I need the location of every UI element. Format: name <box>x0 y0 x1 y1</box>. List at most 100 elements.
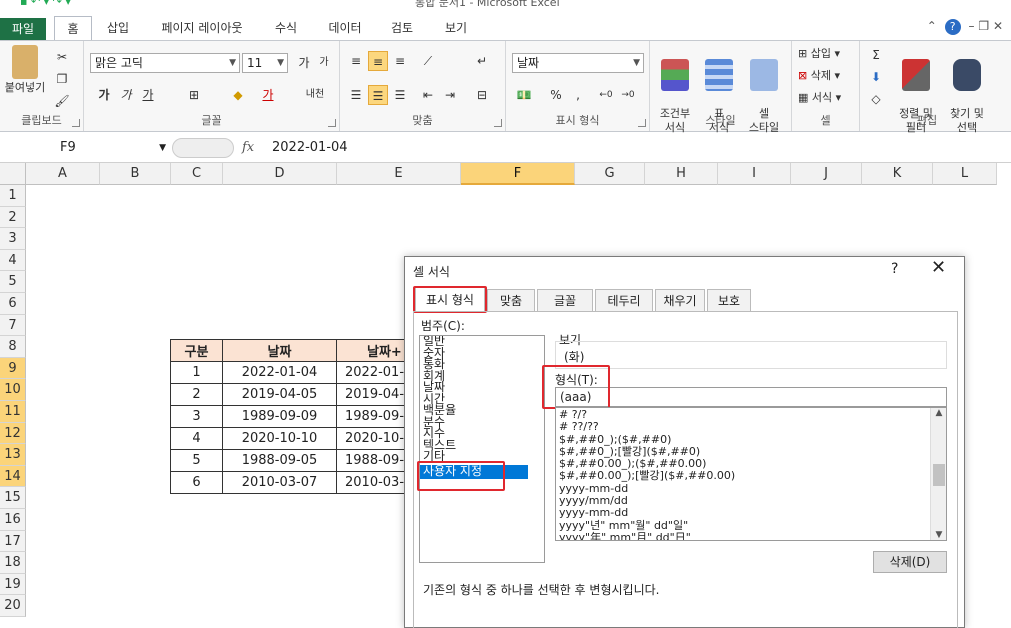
tab-home[interactable]: 홈 <box>54 16 92 40</box>
table-header[interactable]: 날짜+ <box>336 339 405 362</box>
font-color-button[interactable]: 가 <box>258 85 278 105</box>
scroll-up-icon[interactable]: ▲ <box>931 408 946 418</box>
scroll-thumb[interactable] <box>933 464 945 486</box>
row-header[interactable]: 14 <box>0 465 26 488</box>
ribbon-collapse-icon[interactable]: ⌃ <box>927 19 937 33</box>
increase-decimal-icon[interactable]: ←0 <box>596 85 616 105</box>
name-box-dropdown-icon[interactable]: ▼ <box>159 137 166 159</box>
delete-format-button[interactable]: 삭제(D) <box>873 551 947 573</box>
comma-icon[interactable]: , <box>568 85 588 105</box>
restore-icon[interactable]: ❐ <box>978 19 989 33</box>
column-header[interactable]: I <box>718 163 791 185</box>
table-cell[interactable]: 2 <box>170 383 223 406</box>
help-icon[interactable]: ? <box>944 19 961 35</box>
table-cell[interactable]: 2020-10-10 <box>222 427 337 450</box>
tab-file[interactable]: 파일 <box>0 18 46 40</box>
column-header[interactable]: C <box>171 163 223 185</box>
table-cell[interactable]: 1989-09- <box>336 405 405 428</box>
number-format-combo[interactable]: 날짜 ▼ <box>512 53 644 73</box>
align-left-icon[interactable]: ☰ <box>346 85 366 105</box>
dialog-close-button[interactable]: ✕ <box>931 257 946 278</box>
tab-data[interactable]: 데이터 <box>320 16 370 40</box>
type-input[interactable]: (aaa) <box>555 387 947 407</box>
shrink-font-button[interactable]: 가 <box>314 53 334 73</box>
row-header[interactable]: 1 <box>0 185 26 207</box>
merge-center-icon[interactable]: ⊟ <box>472 85 492 105</box>
table-cell[interactable]: 2019-04- <box>336 383 405 406</box>
font-size-combo[interactable]: 11 ▼ <box>242 53 288 73</box>
table-cell[interactable]: 4 <box>170 427 223 450</box>
indent-increase-icon[interactable]: ⇥ <box>440 85 460 105</box>
row-header[interactable]: 19 <box>0 573 26 596</box>
format-item[interactable]: # ??/?? <box>556 421 946 433</box>
format-item[interactable]: $#,##0.00_);[빨강]($#,##0.00) <box>556 470 946 482</box>
close-workbook-icon[interactable]: ✕ <box>993 19 1003 33</box>
row-header[interactable]: 11 <box>0 401 26 423</box>
table-cell[interactable]: 1988-09- <box>336 449 405 472</box>
insert-function-button[interactable]: fx <box>242 137 254 159</box>
insert-cells-button[interactable]: ⊞ 삽입 ▾ <box>798 45 840 63</box>
row-header[interactable]: 7 <box>0 314 26 337</box>
table-cell[interactable]: 2010-03- <box>336 471 405 494</box>
tab-border[interactable]: 테두리 <box>595 289 653 311</box>
italic-button[interactable]: 가 <box>116 85 136 105</box>
clipboard-launcher[interactable] <box>72 119 80 127</box>
select-all-corner[interactable] <box>0 163 26 185</box>
table-cell[interactable]: 1989-09-09 <box>222 405 337 428</box>
table-header[interactable]: 날짜 <box>222 339 337 362</box>
number-launcher[interactable] <box>638 119 646 127</box>
column-header[interactable]: D <box>223 163 337 185</box>
tab-protection[interactable]: 보호 <box>707 289 751 311</box>
table-cell[interactable]: 2020-10- <box>336 427 405 450</box>
column-header[interactable]: G <box>575 163 645 185</box>
fill-color-icon[interactable]: ◆ <box>228 85 248 105</box>
indent-decrease-icon[interactable]: ⇤ <box>418 85 438 105</box>
row-header[interactable]: 8 <box>0 336 26 358</box>
tab-alignment[interactable]: 맞춤 <box>487 289 535 311</box>
row-header[interactable]: 5 <box>0 271 26 293</box>
underline-button[interactable]: 가 <box>138 85 158 105</box>
tab-formulas[interactable]: 수식 <box>266 16 306 40</box>
formula-input[interactable]: 2022-01-04 <box>272 137 348 159</box>
tab-fill[interactable]: 채우기 <box>655 289 705 311</box>
format-cells-button[interactable]: ▦ 서식 ▾ <box>798 89 841 107</box>
copy-icon[interactable]: ❐ <box>52 69 72 89</box>
align-middle-icon[interactable]: ≡ <box>368 51 388 71</box>
row-header[interactable]: 13 <box>0 444 26 466</box>
percent-button[interactable]: % <box>546 85 566 105</box>
tab-insert[interactable]: 삽입 <box>98 16 138 40</box>
row-header[interactable]: 3 <box>0 228 26 250</box>
align-top-icon[interactable]: ≡ <box>346 51 366 71</box>
cut-icon[interactable]: ✂ <box>52 47 72 67</box>
format-item[interactable]: # ?/? <box>556 408 946 421</box>
format-list[interactable]: # ?/? # ??/?? $#,##0_);($#,##0) $#,##0_);[빨… <box>555 407 947 541</box>
orientation-icon[interactable]: ⟋ <box>418 51 438 71</box>
format-item[interactable]: yyyy-mm-dd <box>556 507 946 519</box>
name-box[interactable]: F9 ▼ <box>0 137 170 159</box>
paste-button[interactable]: 붙여넣기 <box>2 45 48 95</box>
align-bottom-icon[interactable]: ≡ <box>390 51 410 71</box>
table-cell[interactable]: 2022-01-04 <box>222 361 337 384</box>
table-cell[interactable]: 2022-01- <box>336 361 405 384</box>
row-header[interactable]: 17 <box>0 530 26 553</box>
row-header[interactable]: 12 <box>0 422 26 445</box>
table-header[interactable]: 구분 <box>170 339 223 362</box>
row-header[interactable]: 16 <box>0 509 26 531</box>
table-cell[interactable]: 2010-03-07 <box>222 471 337 494</box>
column-header[interactable]: E <box>337 163 461 185</box>
row-header[interactable]: 4 <box>0 249 26 272</box>
dialog-help-button[interactable]: ? <box>891 261 898 277</box>
column-header[interactable]: F <box>461 163 575 185</box>
align-right-icon[interactable]: ☰ <box>390 85 410 105</box>
table-cell[interactable]: 2019-04-05 <box>222 383 337 406</box>
font-launcher[interactable] <box>328 119 336 127</box>
row-header[interactable]: 10 <box>0 379 26 401</box>
column-header[interactable]: K <box>862 163 933 185</box>
wrap-text-icon[interactable]: ↵ <box>472 51 492 71</box>
format-item[interactable]: yyyy"年" mm"月" dd"日" <box>556 531 946 540</box>
delete-cells-button[interactable]: ⊠ 삭제 ▾ <box>798 67 840 85</box>
tab-view[interactable]: 보기 <box>436 16 476 40</box>
scroll-down-icon[interactable]: ▼ <box>931 530 946 540</box>
column-header[interactable]: J <box>791 163 862 185</box>
table-cell[interactable]: 1 <box>170 361 223 384</box>
